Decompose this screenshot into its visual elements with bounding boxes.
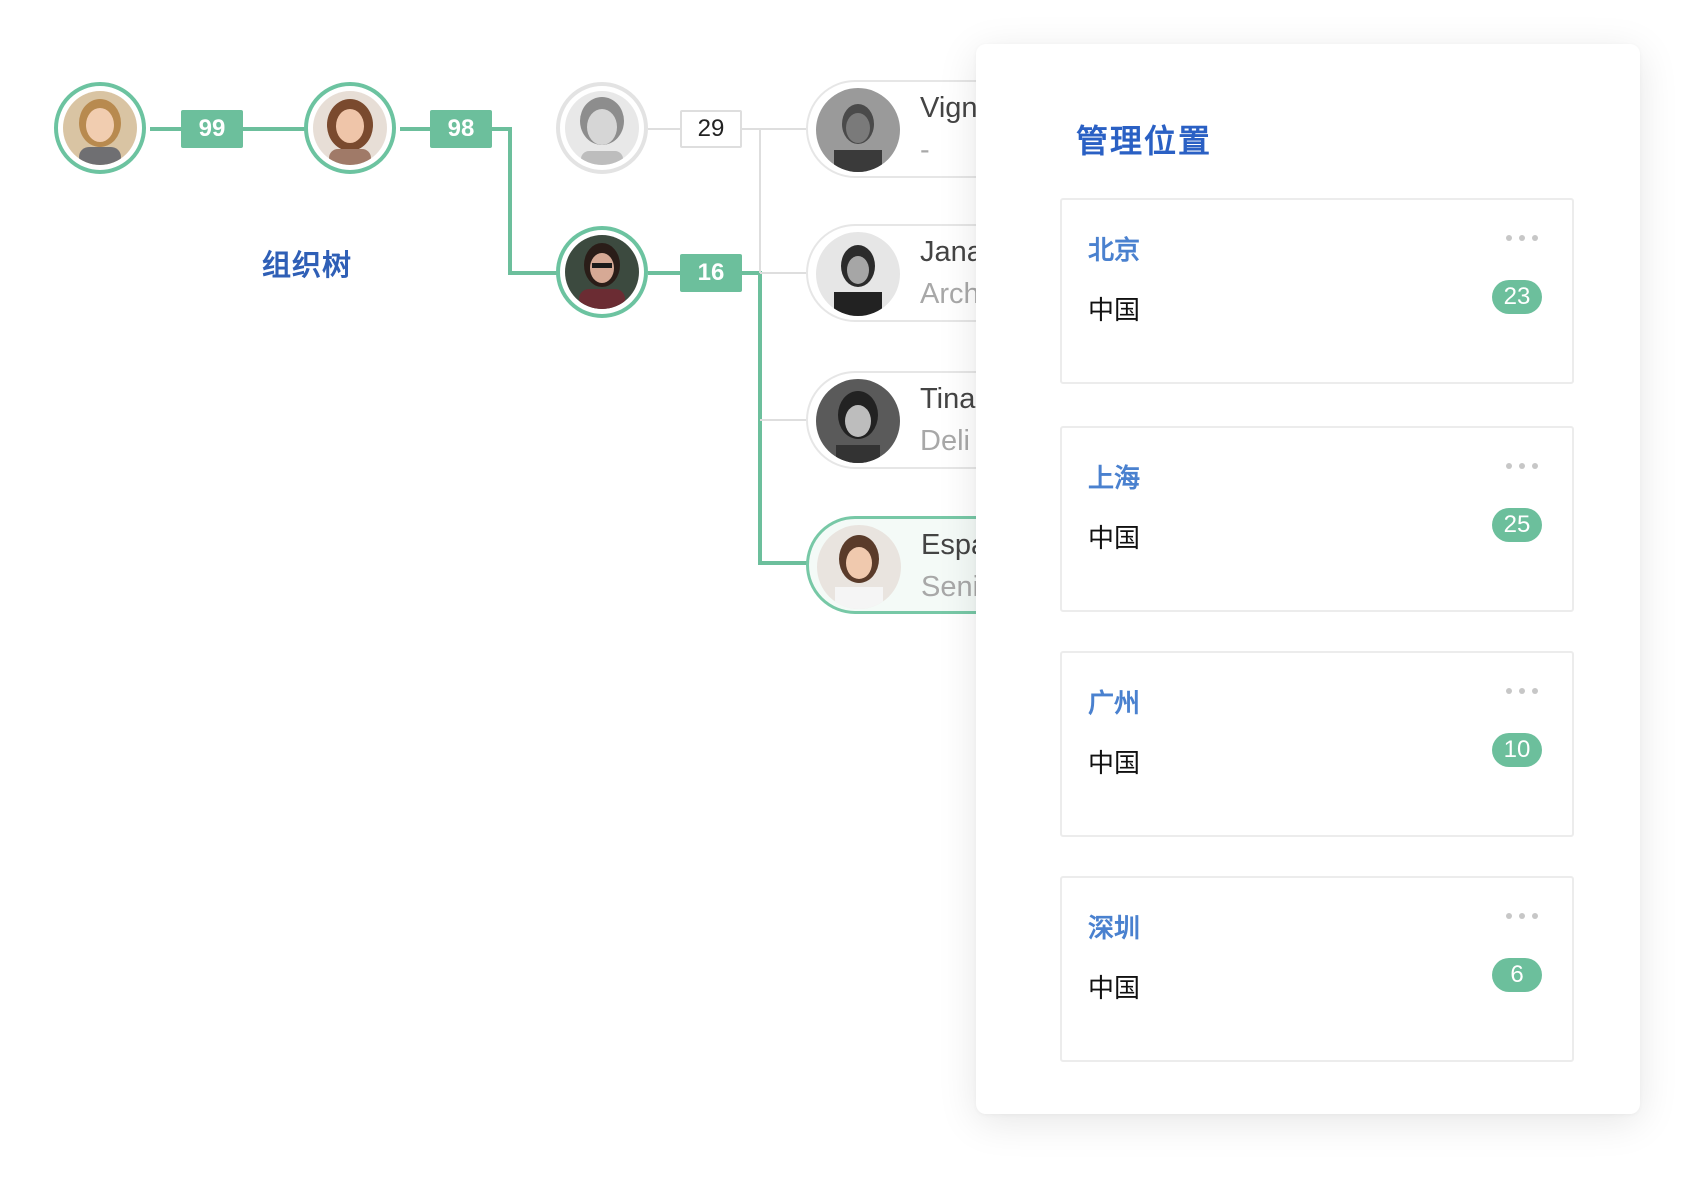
avatar-node-4[interactable] (556, 226, 648, 318)
more-icon[interactable] (1506, 908, 1542, 922)
location-card[interactable]: 深圳 中国 6 (1060, 876, 1574, 1062)
panel-title: 管理位置 (1076, 123, 1213, 159)
location-card[interactable]: 上海 中国 25 (1060, 426, 1574, 612)
chain-count-badge: 16 (680, 254, 742, 292)
person-role: - (920, 134, 930, 166)
location-count-badge: 23 (1492, 280, 1542, 314)
location-count-badge: 25 (1492, 508, 1542, 542)
location-count-badge: 10 (1492, 733, 1542, 767)
location-city: 上海 (1088, 463, 1141, 493)
person-photo (816, 379, 900, 463)
person-photo (817, 525, 901, 609)
person-role: Seni (921, 571, 980, 603)
person-photo (565, 91, 639, 165)
location-card[interactable]: 广州 中国 10 (1060, 651, 1574, 837)
location-count-badge: 6 (1492, 958, 1542, 992)
person-photo (816, 88, 900, 172)
person-name: Jana (920, 236, 983, 268)
avatar-node-3[interactable] (556, 82, 648, 174)
location-country: 中国 (1088, 973, 1141, 1003)
more-icon[interactable] (1506, 458, 1542, 472)
org-tree-title: 组织树 (262, 250, 353, 282)
person-photo (816, 232, 900, 316)
chain-count-badge: 98 (430, 110, 492, 148)
more-icon[interactable] (1506, 683, 1542, 697)
location-city: 深圳 (1088, 913, 1141, 943)
location-city: 广州 (1088, 688, 1141, 718)
location-panel: 管理位置 北京 中国 23 上海 中国 25 广州 中国 10 深圳 中国 6 (976, 44, 1640, 1114)
location-card[interactable]: 北京 中国 23 (1060, 198, 1574, 384)
person-role: Deli (920, 425, 970, 457)
more-icon[interactable] (1506, 230, 1542, 244)
avatar-node-1[interactable] (54, 82, 146, 174)
location-country: 中国 (1088, 748, 1141, 778)
person-photo (313, 91, 387, 165)
person-photo (63, 91, 137, 165)
chain-count-badge: 29 (680, 110, 742, 148)
location-country: 中国 (1088, 523, 1141, 553)
person-role: Arch (920, 278, 980, 310)
location-city: 北京 (1088, 235, 1141, 265)
person-photo (565, 235, 639, 309)
chain-count-badge: 99 (181, 110, 243, 148)
location-country: 中国 (1088, 295, 1141, 325)
person-name: Vign (920, 92, 978, 124)
person-name: Tina (920, 383, 976, 415)
avatar-node-2[interactable] (304, 82, 396, 174)
